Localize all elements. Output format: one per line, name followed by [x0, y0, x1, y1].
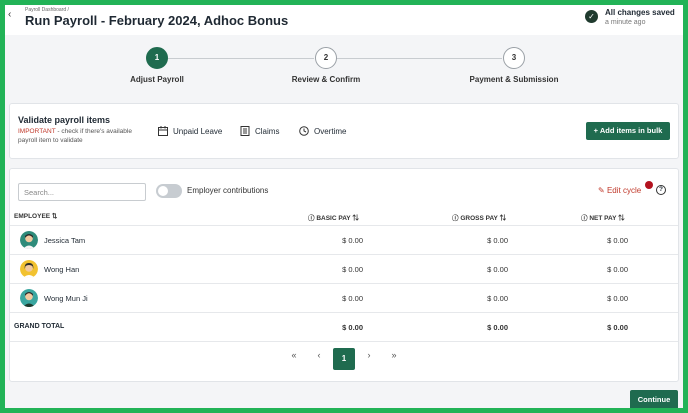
help-icon[interactable]: ?: [656, 185, 666, 195]
net-pay-cell: $ 0.00: [607, 236, 628, 245]
divider: [10, 341, 678, 342]
employee-name[interactable]: Jessica Tam: [44, 236, 85, 245]
continue-button[interactable]: Continue: [630, 390, 678, 408]
validate-note: IMPORTANT - check if there's available p…: [18, 127, 148, 145]
employer-contributions-label: Employer contributions: [187, 186, 269, 195]
gross-pay-cell: $ 0.00: [487, 265, 508, 274]
table-row[interactable]: Wong Han $ 0.00 $ 0.00 $ 0.00: [10, 255, 678, 283]
employee-name[interactable]: Wong Han: [44, 265, 79, 274]
step-connector: [336, 58, 502, 59]
net-pay-label: NET PAY ⇅: [589, 215, 625, 222]
edit-cycle-label: Edit cycle: [606, 186, 642, 195]
net-pay-cell: $ 0.00: [607, 265, 628, 274]
page-title: Run Payroll - February 2024, Adhoc Bonus: [25, 13, 289, 28]
check-circle-icon: ✓: [585, 10, 598, 23]
step-1-label: Adjust Payroll: [130, 75, 184, 84]
pencil-icon: ✎: [598, 186, 607, 195]
basic-pay-cell: $ 0.00: [342, 294, 363, 303]
payroll-table-card: Employer contributions ✎ Edit cycle ? EM…: [9, 168, 679, 382]
last-page-button[interactable]: »: [386, 350, 402, 360]
first-page-button[interactable]: «: [286, 350, 302, 360]
clock-icon: [299, 126, 309, 136]
filter-overtime[interactable]: Overtime: [299, 126, 346, 136]
column-header-basic-pay[interactable]: ⓘ BASIC PAY ⇅: [308, 212, 359, 222]
edit-cycle-link[interactable]: ✎ Edit cycle: [598, 186, 641, 195]
step-3-label: Payment & Submission: [469, 75, 559, 84]
payroll-stepper: 1 Adjust Payroll 2 Review & Confirm 3 Pa…: [5, 35, 683, 97]
back-arrow-icon[interactable]: ‹: [8, 9, 11, 20]
basic-pay-label: BASIC PAY ⇅: [316, 215, 359, 222]
document-icon: [240, 126, 250, 136]
grand-total-net-pay: $ 0.00: [607, 323, 628, 332]
add-items-in-bulk-button[interactable]: + Add items in bulk: [586, 122, 670, 140]
next-page-button[interactable]: ›: [361, 350, 377, 360]
filter-claims-label: Claims: [255, 127, 280, 136]
column-header-net-pay[interactable]: ⓘ NET PAY ⇅: [581, 212, 625, 222]
search-input[interactable]: [18, 183, 146, 201]
filter-overtime-label: Overtime: [314, 127, 347, 136]
page-header: ‹ Payroll Dashboard / Run Payroll - Febr…: [5, 5, 683, 35]
gross-pay-label: GROSS PAY ⇅: [460, 215, 507, 222]
avatar: [20, 289, 38, 307]
grand-total-label: GRAND TOTAL: [14, 323, 65, 330]
table-row[interactable]: Jessica Tam $ 0.00 $ 0.00 $ 0.00: [10, 226, 678, 254]
basic-pay-cell: $ 0.00: [342, 265, 363, 274]
toggle-knob: [158, 186, 168, 196]
app-frame: ‹ Payroll Dashboard / Run Payroll - Febr…: [0, 0, 688, 413]
table-row[interactable]: Wong Mun Ji $ 0.00 $ 0.00 $ 0.00: [10, 284, 678, 312]
save-status: All changes saved: [605, 8, 675, 17]
grand-total-basic-pay: $ 0.00: [342, 323, 363, 332]
filter-claims[interactable]: Claims: [240, 126, 279, 136]
important-label: IMPORTANT: [18, 128, 56, 135]
notification-dot: [645, 181, 653, 189]
step-connector: [168, 58, 314, 59]
step-1-circle[interactable]: 1: [146, 47, 168, 69]
step-3-circle[interactable]: 3: [503, 47, 525, 69]
grand-total-row: GRAND TOTAL $ 0.00 $ 0.00 $ 0.00: [10, 313, 678, 341]
column-header-gross-pay[interactable]: ⓘ GROSS PAY ⇅: [452, 212, 506, 222]
filter-unpaid-leave-label: Unpaid Leave: [173, 127, 223, 136]
avatar: [20, 260, 38, 278]
gross-pay-cell: $ 0.00: [487, 294, 508, 303]
net-pay-cell: $ 0.00: [607, 294, 628, 303]
page-1-button[interactable]: 1: [333, 348, 355, 370]
prev-page-button[interactable]: ‹: [311, 350, 327, 360]
employer-contributions-toggle[interactable]: [156, 184, 182, 198]
step-2-circle[interactable]: 2: [315, 47, 337, 69]
calendar-icon: [158, 126, 168, 136]
validate-payroll-card: Validate payroll items IMPORTANT - check…: [9, 103, 679, 159]
avatar: [20, 231, 38, 249]
gross-pay-cell: $ 0.00: [487, 236, 508, 245]
employee-name[interactable]: Wong Mun Ji: [44, 294, 88, 303]
validate-title: Validate payroll items: [18, 115, 111, 125]
grand-total-gross-pay: $ 0.00: [487, 323, 508, 332]
filter-unpaid-leave[interactable]: Unpaid Leave: [158, 126, 222, 136]
basic-pay-cell: $ 0.00: [342, 236, 363, 245]
save-timestamp: a minute ago: [605, 19, 646, 26]
step-2-label: Review & Confirm: [291, 75, 361, 84]
column-header-employee[interactable]: EMPLOYEE ⇅: [14, 212, 57, 220]
